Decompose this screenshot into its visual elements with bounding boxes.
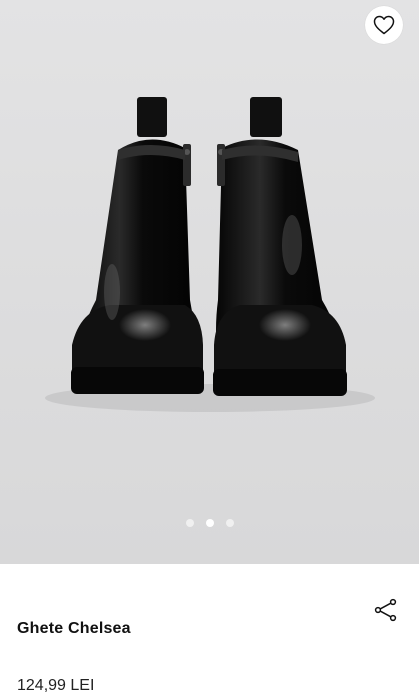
share-icon [374, 598, 397, 622]
gallery-dot-2-active[interactable] [205, 519, 214, 527]
gallery-dot-3[interactable] [225, 519, 234, 527]
product-photo [45, 97, 375, 412]
gallery-pagination [0, 519, 419, 527]
heart-icon [373, 15, 395, 35]
product-title: Ghete Chelsea [17, 620, 131, 637]
left-boot [71, 97, 204, 394]
product-price: 124,99 LEI [17, 677, 95, 694]
favorite-button[interactable] [365, 6, 403, 44]
right-boot [213, 97, 347, 396]
product-image-gallery[interactable] [0, 0, 419, 564]
share-button[interactable] [372, 596, 400, 624]
gallery-dot-1[interactable] [185, 519, 194, 527]
